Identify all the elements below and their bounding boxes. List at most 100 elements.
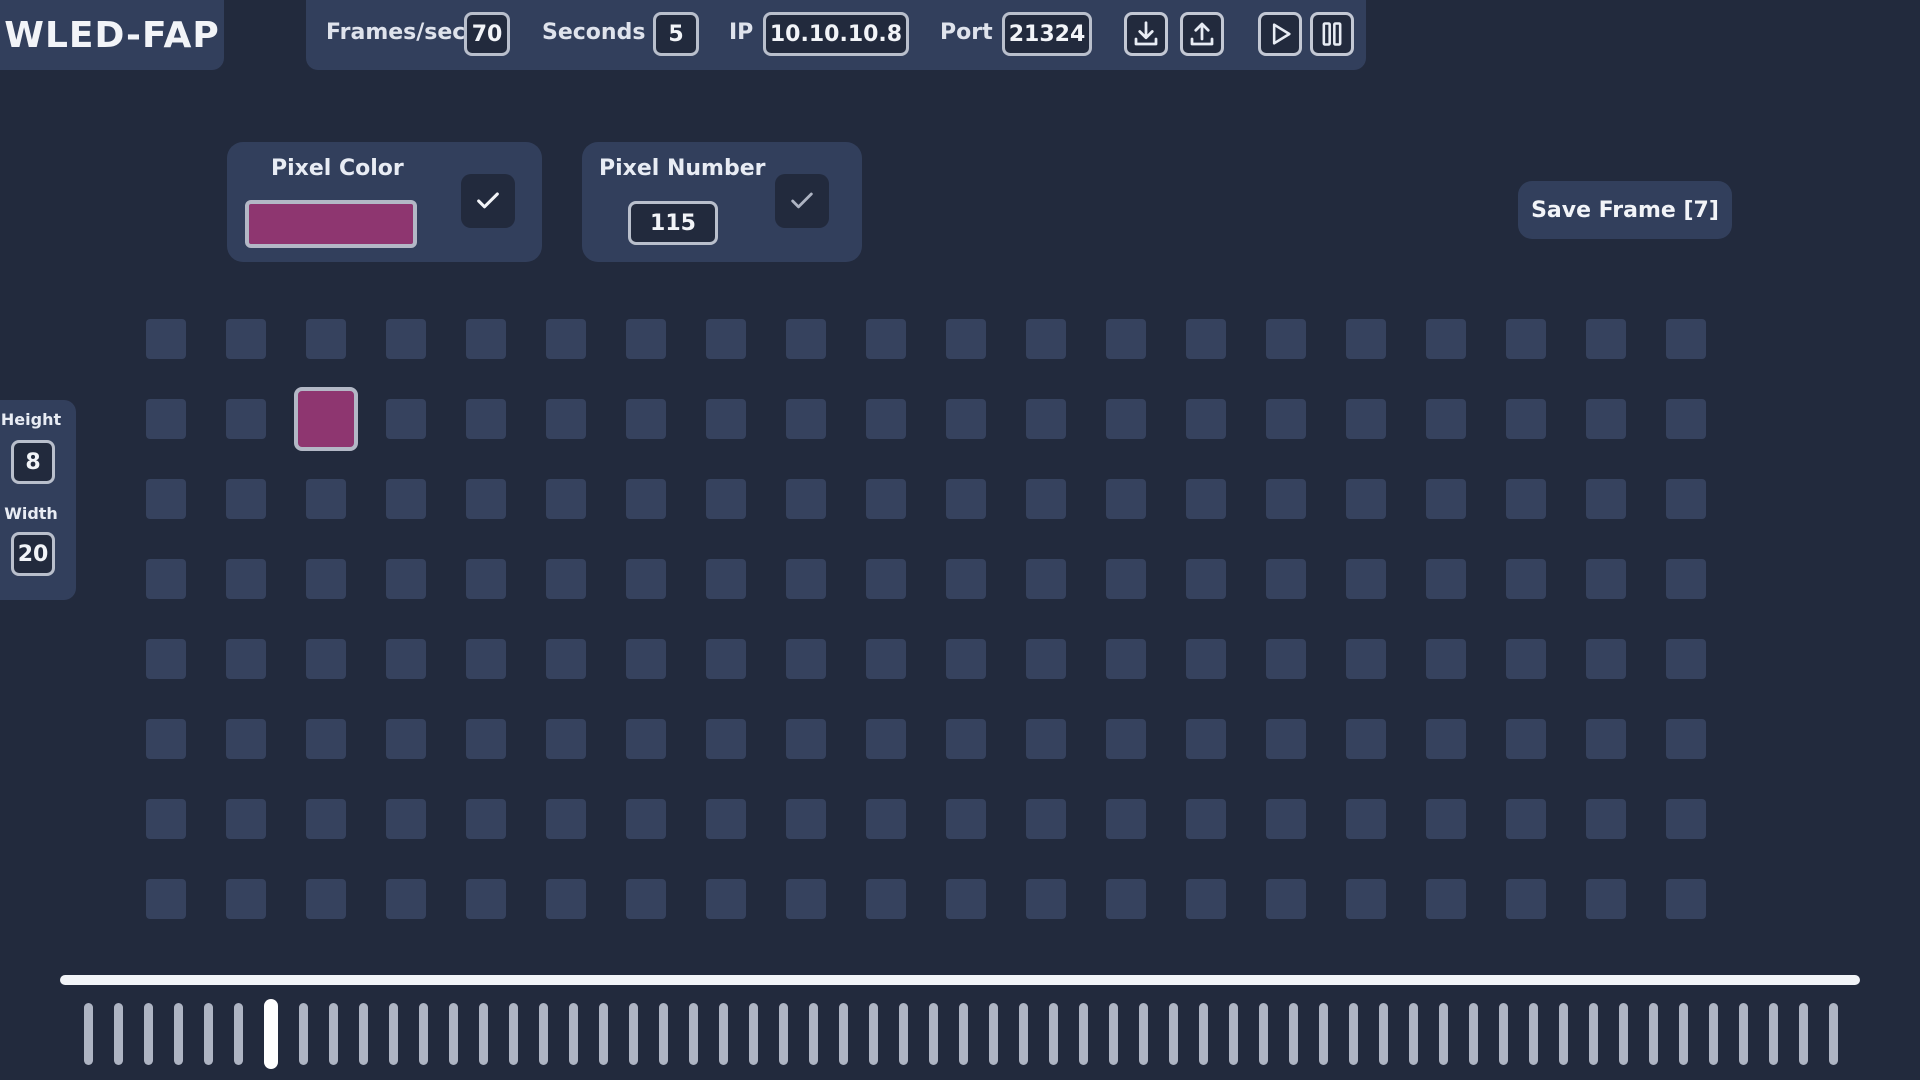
- pixel-cell[interactable]: [466, 719, 506, 759]
- pixel-cell[interactable]: [1186, 799, 1226, 839]
- pixel-cell[interactable]: [1106, 879, 1146, 919]
- pixel-cell[interactable]: [1266, 319, 1306, 359]
- pixel-cell[interactable]: [466, 399, 506, 439]
- pixel-cell[interactable]: [946, 719, 986, 759]
- pixel-cell[interactable]: [1666, 479, 1706, 519]
- pixel-cell[interactable]: [1666, 719, 1706, 759]
- pixel-cell[interactable]: [1106, 639, 1146, 679]
- frame-tick-current[interactable]: [264, 999, 278, 1069]
- pixel-cell[interactable]: [1266, 479, 1306, 519]
- frame-tick[interactable]: [1169, 1003, 1178, 1065]
- pixel-cell[interactable]: [1346, 719, 1386, 759]
- upload-button[interactable]: [1180, 12, 1224, 56]
- pixel-cell[interactable]: [706, 639, 746, 679]
- pixel-cell[interactable]: [294, 387, 358, 451]
- pixel-cell[interactable]: [386, 319, 426, 359]
- frame-tick[interactable]: [1529, 1003, 1538, 1065]
- pixel-cell[interactable]: [1186, 719, 1226, 759]
- frame-tick[interactable]: [689, 1003, 698, 1065]
- pixel-cell[interactable]: [226, 799, 266, 839]
- frame-tick[interactable]: [1439, 1003, 1448, 1065]
- frame-tick[interactable]: [539, 1003, 548, 1065]
- pixel-cell[interactable]: [866, 399, 906, 439]
- pixel-cell[interactable]: [946, 559, 986, 599]
- pixel-cell[interactable]: [306, 799, 346, 839]
- pixel-cell[interactable]: [466, 879, 506, 919]
- pixel-cell[interactable]: [866, 719, 906, 759]
- pixel-cell[interactable]: [1026, 799, 1066, 839]
- pixel-cell[interactable]: [626, 319, 666, 359]
- pixel-cell[interactable]: [146, 559, 186, 599]
- pixel-cell[interactable]: [1426, 639, 1466, 679]
- pixel-cell[interactable]: [1106, 559, 1146, 599]
- pixel-cell[interactable]: [1266, 399, 1306, 439]
- pixel-cell[interactable]: [866, 799, 906, 839]
- frame-tick[interactable]: [1379, 1003, 1388, 1065]
- frame-tick[interactable]: [1799, 1003, 1808, 1065]
- frame-tick[interactable]: [204, 1003, 213, 1065]
- ip-input[interactable]: 10.10.10.8: [763, 12, 909, 56]
- pixel-cell[interactable]: [1346, 879, 1386, 919]
- pixel-cell[interactable]: [1026, 479, 1066, 519]
- frame-tick[interactable]: [389, 1003, 398, 1065]
- frame-tick[interactable]: [1199, 1003, 1208, 1065]
- pixel-cell[interactable]: [1346, 319, 1386, 359]
- pixel-cell[interactable]: [1666, 559, 1706, 599]
- pixel-cell[interactable]: [306, 719, 346, 759]
- pixel-cell[interactable]: [1426, 719, 1466, 759]
- pixel-cell[interactable]: [1506, 319, 1546, 359]
- pixel-cell[interactable]: [146, 639, 186, 679]
- pixel-cell[interactable]: [706, 479, 746, 519]
- pixel-cell[interactable]: [1426, 799, 1466, 839]
- pixel-cell[interactable]: [706, 879, 746, 919]
- pixel-cell[interactable]: [1026, 879, 1066, 919]
- timeline-bar[interactable]: [60, 975, 1860, 985]
- pixel-cell[interactable]: [1586, 319, 1626, 359]
- pixel-cell[interactable]: [626, 399, 666, 439]
- pixel-cell[interactable]: [466, 559, 506, 599]
- frame-tick[interactable]: [1139, 1003, 1148, 1065]
- pixel-cell[interactable]: [1426, 479, 1466, 519]
- pixel-cell[interactable]: [946, 399, 986, 439]
- pixel-cell[interactable]: [226, 639, 266, 679]
- pixel-cell[interactable]: [866, 879, 906, 919]
- pixel-cell[interactable]: [1426, 879, 1466, 919]
- save-frame-button[interactable]: Save Frame [7]: [1518, 181, 1732, 239]
- pixel-cell[interactable]: [786, 399, 826, 439]
- pixel-cell[interactable]: [786, 639, 826, 679]
- pixel-cell[interactable]: [786, 559, 826, 599]
- frame-tick[interactable]: [479, 1003, 488, 1065]
- pixel-cell[interactable]: [546, 319, 586, 359]
- pixel-cell[interactable]: [786, 319, 826, 359]
- frame-tick[interactable]: [569, 1003, 578, 1065]
- pixel-cell[interactable]: [386, 799, 426, 839]
- frame-tick[interactable]: [779, 1003, 788, 1065]
- pixel-cell[interactable]: [1186, 639, 1226, 679]
- frame-tick[interactable]: [629, 1003, 638, 1065]
- pixel-cell[interactable]: [1586, 799, 1626, 839]
- pixel-cell[interactable]: [1186, 479, 1226, 519]
- pixel-cell[interactable]: [706, 399, 746, 439]
- pixel-cell[interactable]: [1426, 319, 1466, 359]
- frame-tick[interactable]: [659, 1003, 668, 1065]
- frame-tick[interactable]: [1739, 1003, 1748, 1065]
- pixel-color-confirm-button[interactable]: [461, 174, 515, 228]
- pixel-cell[interactable]: [1586, 559, 1626, 599]
- pixel-cell[interactable]: [866, 319, 906, 359]
- pixel-cell[interactable]: [866, 479, 906, 519]
- pixel-cell[interactable]: [1666, 319, 1706, 359]
- pixel-cell[interactable]: [706, 719, 746, 759]
- download-button[interactable]: [1124, 12, 1168, 56]
- frame-tick[interactable]: [1829, 1003, 1838, 1065]
- pixel-cell[interactable]: [226, 399, 266, 439]
- pixel-cell[interactable]: [1506, 479, 1546, 519]
- frame-tick[interactable]: [234, 1003, 243, 1065]
- pixel-cell[interactable]: [1586, 879, 1626, 919]
- pixel-cell[interactable]: [546, 559, 586, 599]
- frame-tick[interactable]: [114, 1003, 123, 1065]
- width-input[interactable]: 20: [11, 532, 55, 576]
- pixel-cell[interactable]: [386, 879, 426, 919]
- pixel-cell[interactable]: [706, 319, 746, 359]
- frame-tick[interactable]: [1409, 1003, 1418, 1065]
- pixel-number-confirm-button[interactable]: [775, 174, 829, 228]
